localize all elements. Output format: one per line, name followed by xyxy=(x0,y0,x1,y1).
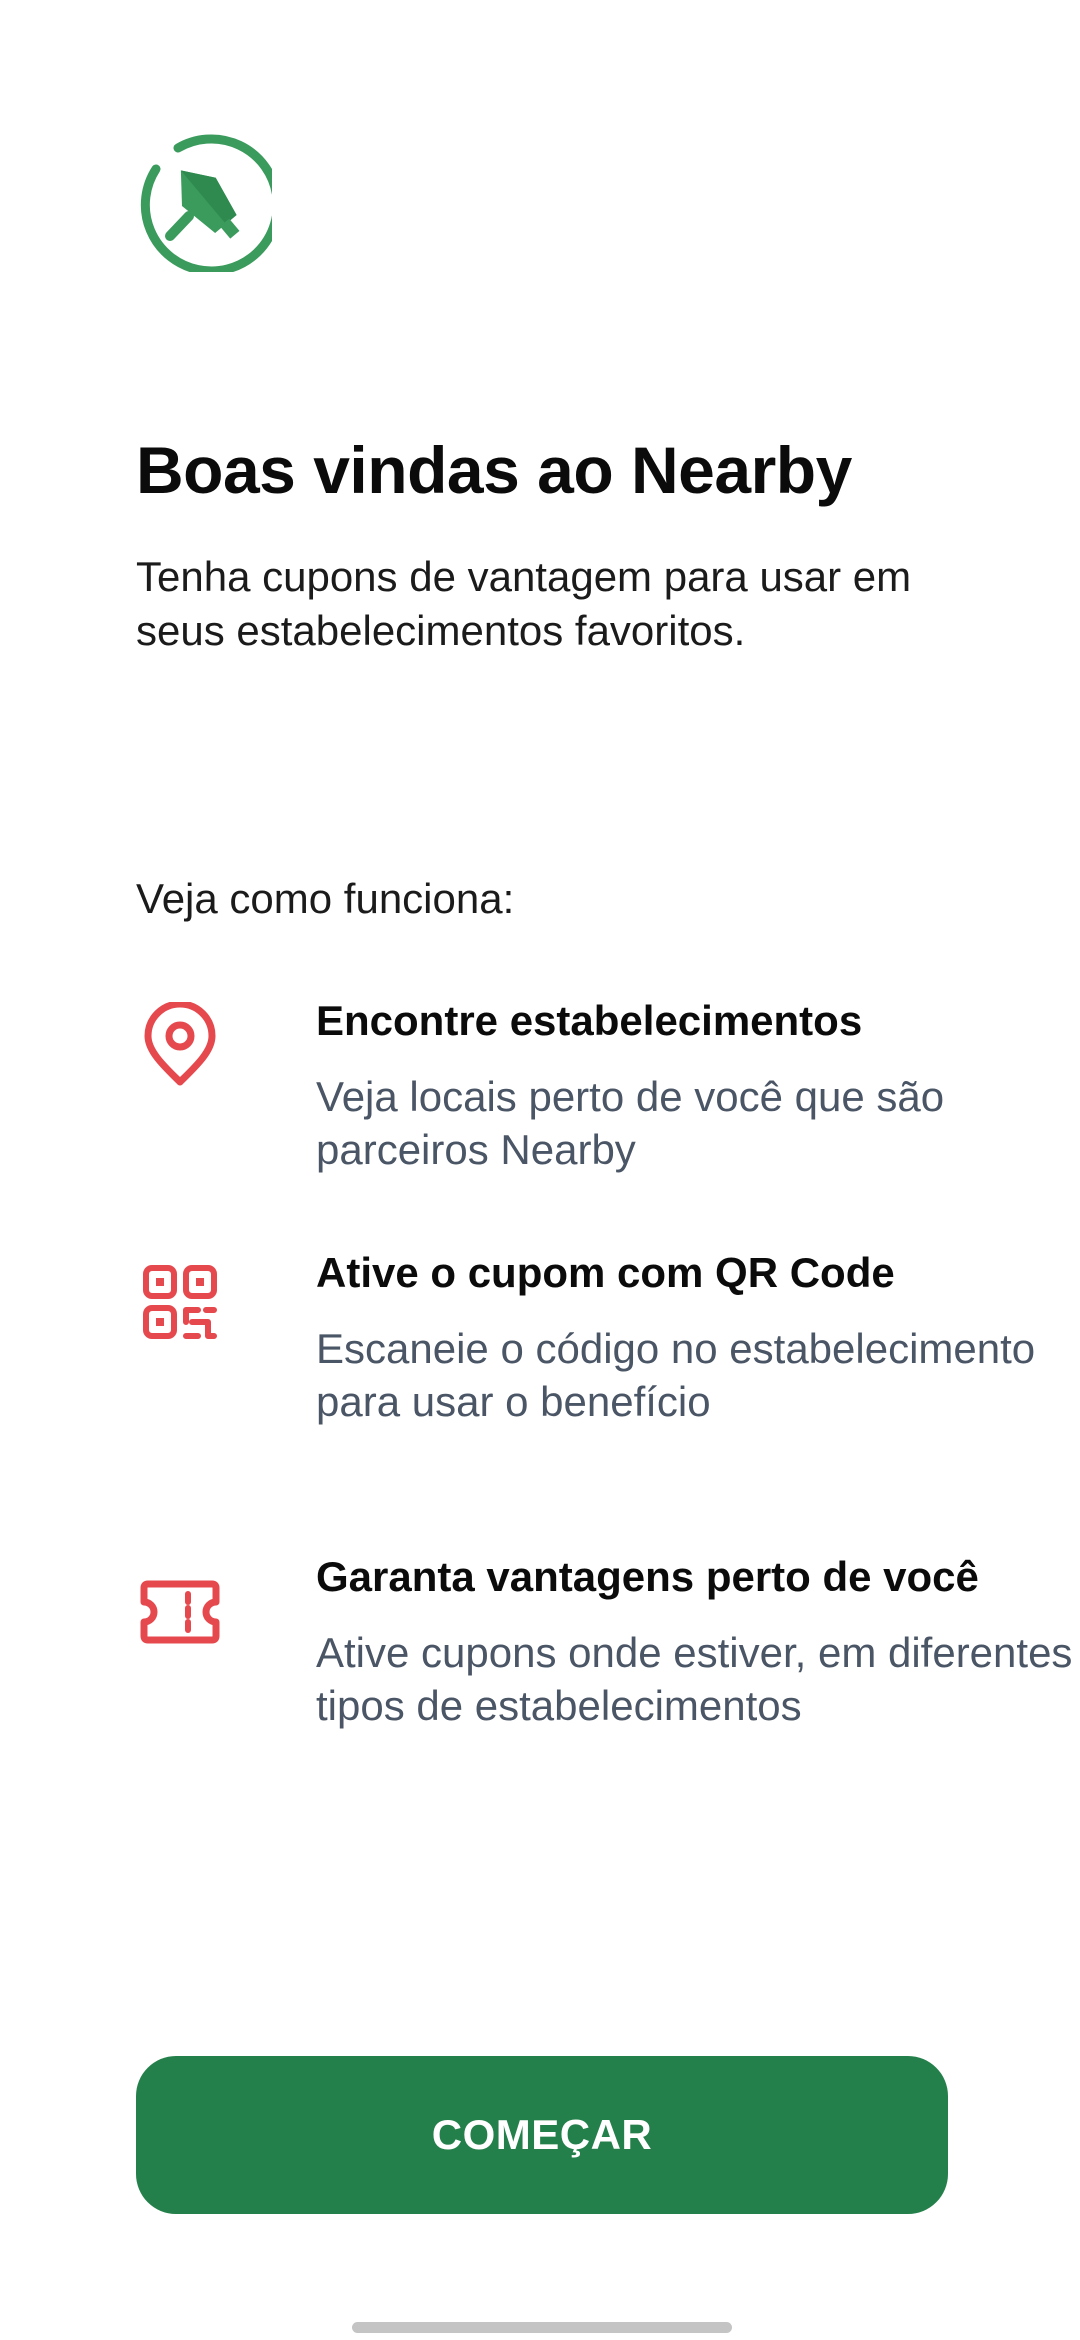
start-button[interactable]: COMEÇAR xyxy=(136,2056,948,2214)
ticket-icon xyxy=(136,1568,224,1656)
step-description: Escaneie o código no estabelecimento par… xyxy=(316,1325,1036,1425)
step-title: Ative o cupom com QR Code xyxy=(316,1249,895,1296)
qr-code-icon xyxy=(136,1260,224,1348)
welcome-subtitle: Tenha cupons de vantagem para usar em se… xyxy=(136,553,912,654)
step-title: Encontre estabelecimentos xyxy=(316,997,863,1044)
step-description: Veja locais perto de você que são parcei… xyxy=(316,1073,945,1173)
page-title: Boas vindas ao Nearby xyxy=(136,433,852,507)
map-pin-icon xyxy=(136,1000,224,1090)
nearby-logo-icon xyxy=(132,132,282,276)
home-indicator[interactable] xyxy=(352,2322,732,2333)
step-title: Garanta vantagens perto de você xyxy=(316,1553,979,1600)
step-description: Ative cupons onde estiver, em diferentes… xyxy=(316,1629,1073,1729)
how-it-works-label: Veja como funciona: xyxy=(136,875,515,922)
